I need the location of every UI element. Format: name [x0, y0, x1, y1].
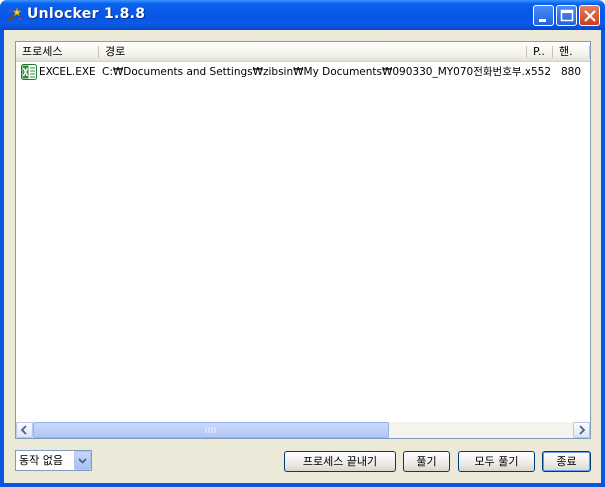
- process-cell: EXCEL.EXE: [19, 63, 99, 82]
- title-bar[interactable]: Unlocker 1.8.8: [0, 0, 605, 30]
- magic-wand-icon: [8, 7, 22, 22]
- column-header-pid[interactable]: P..: [527, 42, 553, 61]
- scroll-left-button[interactable]: [16, 422, 33, 438]
- action-select-value: 동작 없음: [19, 454, 63, 467]
- chevron-left-icon: [20, 425, 27, 435]
- client-area: 프로세스 경로 P.. 핸. EXCEL.EXE C:₩Documents an…: [4, 30, 601, 483]
- process-name: EXCEL.EXE: [39, 66, 96, 78]
- path-cell: C:₩Documents and Settings₩zibsin₩My Docu…: [102, 66, 530, 78]
- list-header: 프로세스 경로 P.. 핸.: [16, 42, 590, 62]
- action-select[interactable]: 동작 없음: [15, 450, 92, 471]
- minimize-icon: [539, 19, 546, 22]
- column-header-path[interactable]: 경로: [99, 42, 527, 61]
- action-select-button[interactable]: [74, 451, 91, 470]
- scroll-thumb[interactable]: [33, 422, 389, 438]
- locked-handles-list[interactable]: 프로세스 경로 P.. 핸. EXCEL.EXE C:₩Documents an…: [15, 41, 591, 439]
- grip-icon: [205, 427, 216, 433]
- excel-icon: [21, 64, 37, 80]
- kill-process-button[interactable]: 프로세스 끝내기: [284, 451, 396, 472]
- handle-cell: 880: [561, 66, 582, 78]
- scroll-right-button[interactable]: [573, 422, 590, 438]
- close-button[interactable]: [579, 5, 600, 26]
- unlock-all-button[interactable]: 모두 풀기: [458, 451, 535, 472]
- pid-cell: 552: [531, 66, 552, 78]
- maximize-button[interactable]: [556, 5, 577, 26]
- quit-button[interactable]: 종료: [542, 451, 591, 472]
- window-title: Unlocker 1.8.8: [27, 6, 146, 22]
- column-header-process[interactable]: 프로세스: [16, 42, 99, 61]
- chevron-down-icon: [78, 458, 87, 464]
- close-icon: [584, 10, 596, 22]
- list-row[interactable]: EXCEL.EXE C:₩Documents and Settings₩zibs…: [16, 63, 590, 82]
- horizontal-scrollbar[interactable]: [16, 422, 590, 438]
- unlock-button[interactable]: 풀기: [403, 451, 450, 472]
- chevron-right-icon: [579, 425, 586, 435]
- column-header-handle[interactable]: 핸.: [553, 42, 590, 61]
- unlocker-window: Unlocker 1.8.8 프로세스 경로 P.. 핸. EXCEL.EXE …: [0, 0, 605, 487]
- maximize-icon: [560, 9, 574, 22]
- minimize-button[interactable]: [533, 5, 554, 26]
